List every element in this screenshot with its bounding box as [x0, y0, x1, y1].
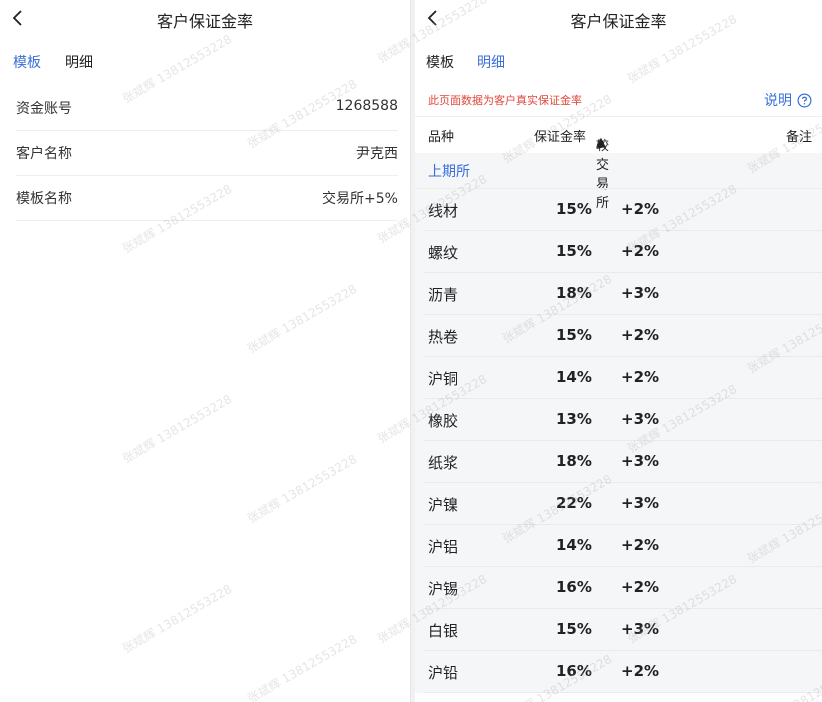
customer-name-label: 客户名称: [16, 146, 72, 162]
template-name-value: 交易所+5%: [322, 191, 398, 207]
table-header: 品种 保证金率 较交易所 ▲ 备注: [415, 116, 822, 211]
margin-rate: 14%: [556, 368, 592, 386]
customer-name-row: 客户名称 尹克西: [16, 131, 398, 176]
rate-diff: +3%: [621, 452, 660, 470]
table-row: 沪锡 16% +2%: [423, 567, 822, 609]
template-panel: 客户保证金率 模板 明细 资金账号 1268588 客户名称 尹克西 模板名称 …: [0, 0, 411, 702]
commodity-name: 线材: [428, 202, 459, 220]
commodity-name: 沪铝: [428, 538, 459, 556]
tab-detail[interactable]: 明细: [477, 52, 505, 72]
explain-label: 说明: [764, 93, 792, 109]
detail-panel: 客户保证金率 模板 明细 此页面数据为客户真实保证金率 说明 品种 保证金率 较…: [415, 0, 822, 702]
table-row: 沪铜 14% +2%: [423, 357, 822, 399]
notice-text: 此页面数据为客户真实保证金率: [428, 94, 582, 107]
nav-bar: 客户保证金率: [0, 0, 410, 36]
template-name-row: 模板名称 交易所+5%: [16, 176, 398, 221]
table-row: 沪镍 22% +3%: [423, 483, 822, 525]
col-rate-header: 保证金率: [534, 130, 587, 145]
commodity-name: 沪镍: [428, 496, 459, 514]
table-row: 热卷 15% +2%: [423, 315, 822, 357]
rate-diff: +2%: [621, 368, 660, 386]
rate-diff: +2%: [621, 578, 660, 596]
commodity-name: 沪铜: [428, 370, 459, 388]
account-row: 资金账号 1268588: [16, 86, 398, 131]
margin-rate: 15%: [556, 620, 592, 638]
margin-rate: 15%: [556, 242, 592, 260]
margin-rate: 16%: [556, 662, 592, 680]
commodity-name: 沪铅: [428, 664, 459, 682]
rate-table-body: 线材 15% +2% 螺纹 15% +2% 沥青 18% +3% 热卷 15% +2% 沪铜 14% +2%…: [415, 189, 822, 693]
account-value: 1268588: [335, 98, 398, 114]
group-title-label: 上期所: [428, 164, 470, 180]
rate-diff: +3%: [621, 494, 660, 512]
margin-rate: 13%: [556, 410, 592, 428]
rate-diff: +3%: [621, 284, 660, 302]
table-row: 橡胶 13% +3%: [423, 399, 822, 441]
rate-diff: +2%: [621, 242, 660, 260]
col-note-header: 备注: [785, 130, 812, 145]
rate-diff: +3%: [621, 410, 660, 428]
page-title: 客户保证金率: [156, 12, 253, 31]
margin-rate: 15%: [556, 200, 592, 218]
group-title: 上期所: [415, 153, 822, 189]
tab-template[interactable]: 模板: [426, 52, 454, 72]
commodity-name: 沪锡: [428, 580, 459, 598]
table-row: 线材 15% +2%: [423, 189, 822, 231]
rate-diff: +3%: [621, 620, 660, 638]
table-row: 纸浆 18% +3%: [423, 441, 822, 483]
tab-bar: 模板 明细: [0, 36, 410, 86]
explain-button[interactable]: 说明: [764, 90, 812, 110]
commodity-name: 橡胶: [428, 412, 459, 430]
margin-rate: 18%: [556, 452, 592, 470]
rate-diff: +2%: [621, 536, 660, 554]
table-row: 白银 15% +3%: [423, 609, 822, 651]
template-name-label: 模板名称: [16, 191, 72, 207]
rate-diff: +2%: [621, 326, 660, 344]
margin-rate: 15%: [556, 326, 592, 344]
margin-rate: 16%: [556, 578, 592, 596]
rate-diff: +2%: [621, 662, 660, 680]
margin-rate: 14%: [556, 536, 592, 554]
margin-rate: 22%: [556, 494, 592, 512]
margin-rate: 18%: [556, 284, 592, 302]
tab-detail[interactable]: 明细: [65, 52, 93, 72]
table-row: 螺纹 15% +2%: [423, 231, 822, 273]
page-title: 客户保证金率: [570, 12, 667, 31]
tab-bar: 模板 明细: [415, 36, 822, 82]
commodity-name: 螺纹: [428, 244, 459, 262]
tab-template[interactable]: 模板: [13, 52, 41, 72]
commodity-name: 沥青: [428, 286, 459, 304]
table-row: 沪铝 14% +2%: [423, 525, 822, 567]
help-icon: [797, 93, 812, 107]
notice-bar: 此页面数据为客户真实保证金率 说明: [415, 82, 822, 116]
commodity-name: 白银: [428, 622, 459, 640]
commodity-name: 热卷: [428, 328, 459, 346]
sort-icon: ▲: [596, 135, 606, 150]
col-name-header: 品种: [428, 130, 455, 145]
exchange-group: 上期所 线材 15% +2% 螺纹 15% +2% 沥青 18% +3% 热卷 15% +2% 沪铜 14…: [415, 153, 822, 693]
table-row: 沥青 18% +3%: [423, 273, 822, 315]
customer-name-value: 尹克西: [356, 146, 398, 162]
account-label: 资金账号: [16, 101, 72, 117]
nav-bar: 客户保证金率: [415, 0, 822, 36]
commodity-name: 纸浆: [428, 454, 459, 472]
table-row: 沪铅 16% +2%: [423, 651, 822, 693]
rate-diff: +2%: [621, 200, 660, 218]
